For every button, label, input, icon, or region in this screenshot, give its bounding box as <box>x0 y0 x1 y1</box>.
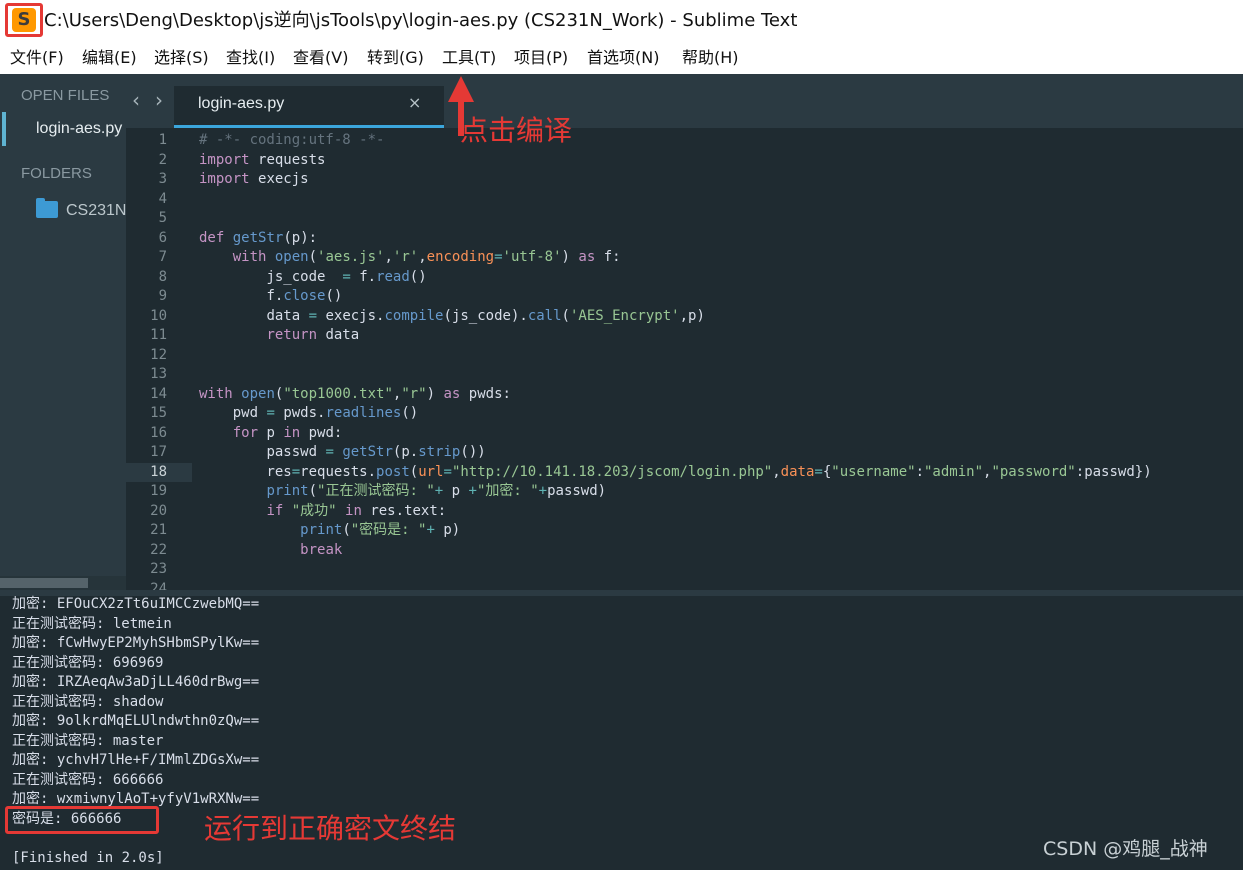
output-line: 加密: fCwHwyEP2MyhSHbmSPylKw== <box>12 635 260 651</box>
code-line[interactable]: if "成功" in res.text: <box>199 502 446 522</box>
code-line[interactable]: res=requests.post(url="http://10.141.18.… <box>199 463 1151 483</box>
menu-selection[interactable]: 选择(S) <box>154 48 209 68</box>
line-number: 16 <box>150 424 167 441</box>
code-line[interactable]: return data <box>199 326 359 346</box>
code-line[interactable]: js_code = f.read() <box>199 268 426 288</box>
line-number: 10 <box>150 307 167 324</box>
line-number: 19 <box>150 483 167 499</box>
output-line: 正在测试密码: master <box>12 732 164 749</box>
sidebar: OPEN FILES login-aes.py FOLDERS CS231N_ <box>0 74 126 590</box>
line-number: 14 <box>150 385 167 402</box>
menu-find[interactable]: 查找(I) <box>226 48 275 68</box>
menu-help[interactable]: 帮助(H) <box>682 48 739 68</box>
chevron-right-icon[interactable]: › <box>155 88 163 112</box>
open-file-label: login-aes.py <box>36 120 123 137</box>
code-line[interactable]: break <box>199 541 342 561</box>
line-number: 21 <box>150 522 167 538</box>
menu-preferences[interactable]: 首选项(N) <box>587 48 659 68</box>
annotation-run-to-result: 运行到正确密文终结 <box>204 812 457 845</box>
line-number: 4 <box>158 190 167 207</box>
code-line[interactable]: with open("top1000.txt","r") as pwds: <box>199 385 511 405</box>
arrow-up-icon <box>448 76 474 102</box>
annotation-box-password-result <box>5 806 159 834</box>
output-line: 加密: 9olkrdMqELUlndwthn0zQw== <box>12 713 260 729</box>
line-number: 9 <box>158 288 167 304</box>
line-number: 20 <box>150 502 167 519</box>
csdn-watermark: CSDN @鸡腿_战神 <box>1043 838 1208 860</box>
line-number-gutter: 1 2 3 4 5 6 7 8 9 10 11 12 13 14 15 16 17 18 19 20 21 22 23 24 <box>126 128 192 590</box>
menu-project[interactable]: 项目(P) <box>514 48 568 68</box>
menu-goto[interactable]: 转到(G) <box>367 48 424 68</box>
line-number: 12 <box>150 346 167 363</box>
output-line: 正在测试密码: 666666 <box>12 771 164 788</box>
sidebar-scrollbar[interactable] <box>0 576 126 590</box>
code-line[interactable]: with open('aes.js','r',encoding='utf-8')… <box>199 248 621 268</box>
line-number: 2 <box>158 151 167 168</box>
line-number: 23 <box>150 561 167 577</box>
line-number: 3 <box>158 171 167 187</box>
line-number: 1 <box>158 132 167 148</box>
tab-title: login-aes.py <box>198 95 285 112</box>
code-editor[interactable]: 1 2 3 4 5 6 7 8 9 10 11 12 13 14 15 16 17 18 19 20 21 22 23 24 … <box>126 128 1243 590</box>
output-line: 加密: EFOuCX2zTt6uIMCCzwebMQ== <box>12 596 260 612</box>
output-line: 加密: IRZAeqAw3aDjLL460drBwg== <box>12 674 260 690</box>
code-line[interactable]: passwd = getStr(p.strip()) <box>199 443 485 463</box>
code-line[interactable]: print("正在测试密码: "+ p +"加密: "+passwd) <box>199 482 606 502</box>
line-number: 6 <box>158 229 167 246</box>
title-bar: S C:\Users\Deng\Desktop\js逆向\jsTools\py\… <box>0 0 1243 42</box>
sidebar-scrollbar-thumb[interactable] <box>0 578 88 588</box>
code-line[interactable]: def getStr(p): <box>199 229 317 249</box>
line-number: 13 <box>150 366 167 382</box>
open-files-header: OPEN FILES <box>21 87 110 104</box>
code-line[interactable]: pwd = pwds.readlines() <box>199 404 419 424</box>
menu-edit[interactable]: 编辑(E) <box>82 48 137 68</box>
output-line: 加密: ychvH7lHe+F/IMmlZDGsXw== <box>12 752 260 768</box>
output-line: 正在测试密码: 696969 <box>12 654 164 671</box>
window-title: C:\Users\Deng\Desktop\js逆向\jsTools\py\lo… <box>44 10 798 31</box>
sidebar-open-file[interactable]: login-aes.py <box>0 112 126 146</box>
chevron-left-icon[interactable]: ‹ <box>132 88 140 112</box>
folder-icon <box>36 198 58 218</box>
menu-tools[interactable]: 工具(T) <box>442 48 496 68</box>
line-number: 18 <box>150 463 167 480</box>
menu-file[interactable]: 文件(F) <box>10 48 64 68</box>
build-output-panel[interactable]: 加密: EFOuCX2zTt6uIMCCzwebMQ== 正在测试密码: letm… <box>0 590 1243 870</box>
code-line[interactable]: import requests <box>199 151 325 171</box>
line-number: 11 <box>150 327 167 343</box>
line-number: 5 <box>158 210 167 226</box>
sidebar-folder[interactable]: CS231N_ <box>0 198 126 224</box>
code-line[interactable]: for p in pwd: <box>199 424 343 444</box>
menu-bar: 文件(F) 编辑(E) 选择(S) 查找(I) 查看(V) 转到(G) 工具(T… <box>0 42 1243 74</box>
code-line[interactable]: # -*- coding:utf-8 -*- <box>199 131 384 151</box>
output-line: 正在测试密码: letmein <box>12 615 172 632</box>
annotation-box-app-icon <box>5 3 43 37</box>
output-line: 正在测试密码: shadow <box>12 693 164 710</box>
menu-view[interactable]: 查看(V) <box>293 48 348 68</box>
code-line[interactable]: data = execjs.compile(js_code).call('AES… <box>199 307 704 327</box>
line-number: 15 <box>150 405 167 421</box>
active-file-indicator <box>2 112 6 146</box>
folders-header: FOLDERS <box>21 165 92 182</box>
code-line[interactable]: print("密码是: "+ p) <box>199 521 460 541</box>
line-number: 24 <box>150 580 167 591</box>
annotation-click-compile: 点击编译 <box>460 114 573 147</box>
line-number: 8 <box>158 268 167 285</box>
output-line: [Finished in 2.0s] <box>12 849 164 866</box>
tab-login-aes[interactable]: login-aes.py × <box>174 86 444 128</box>
code-line[interactable]: import execjs <box>199 170 309 190</box>
line-number: 22 <box>150 541 167 558</box>
close-icon[interactable]: × <box>408 93 421 113</box>
tab-bar: ‹ › login-aes.py × <box>126 74 1243 128</box>
code-line[interactable]: f.close() <box>199 287 342 307</box>
line-number: 17 <box>150 444 167 460</box>
folder-label: CS231N_ <box>66 202 126 219</box>
line-number: 7 <box>158 249 167 265</box>
